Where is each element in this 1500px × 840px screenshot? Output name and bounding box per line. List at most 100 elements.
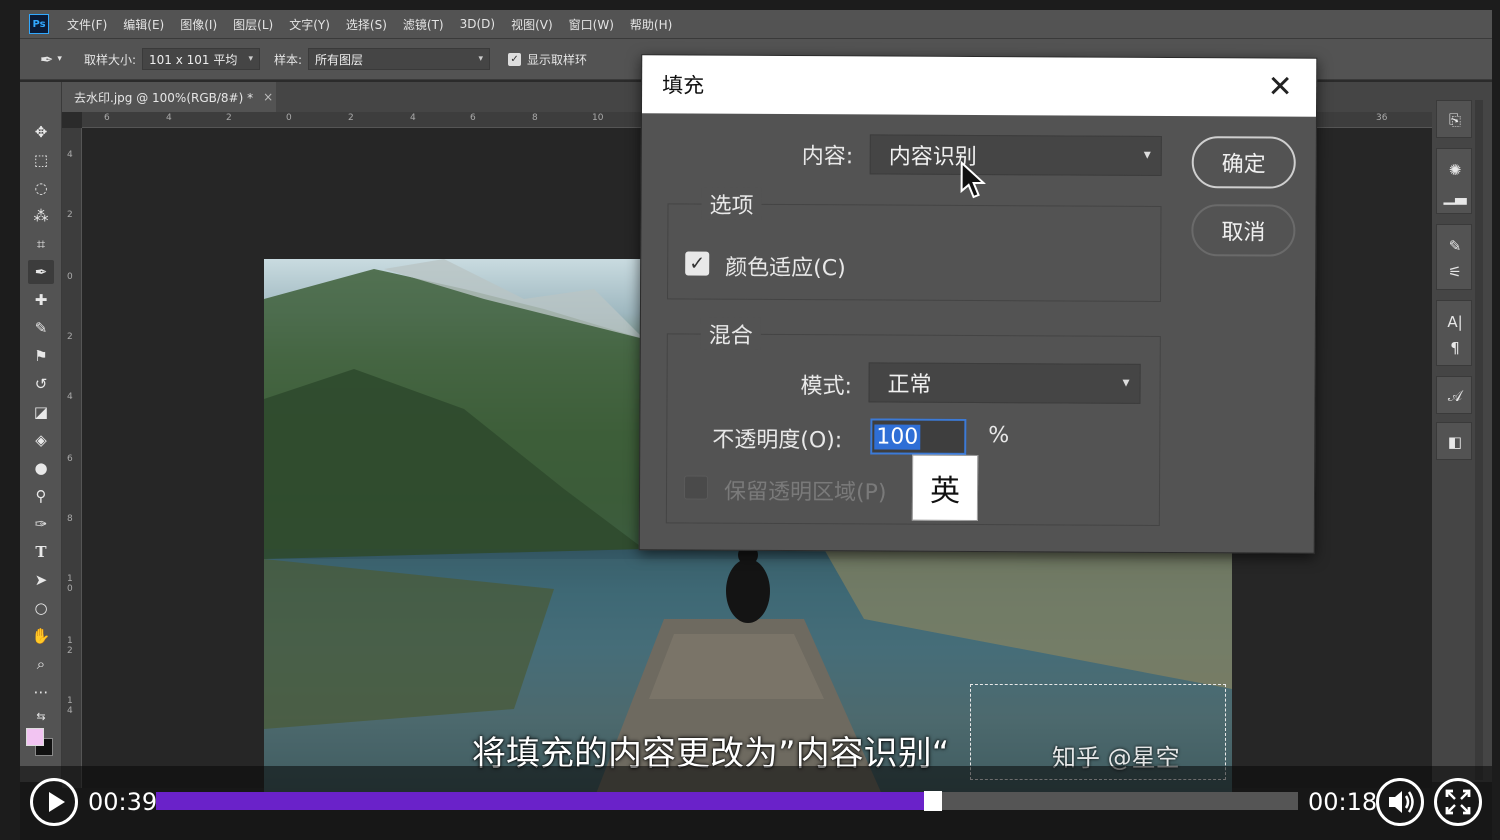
ruler-tick: 4 xyxy=(67,150,73,160)
ellipse-tool-icon[interactable]: ○ xyxy=(28,596,54,620)
ruler-tick: 10 xyxy=(592,113,604,123)
preserve-transparency-checkbox[interactable] xyxy=(683,475,709,500)
ruler-tick: 4 xyxy=(166,113,172,123)
ok-button[interactable]: 确定 xyxy=(1191,136,1296,189)
paragraph-panel-icon[interactable]: ¶ xyxy=(1437,335,1473,361)
character-panel-icon[interactable]: A| xyxy=(1437,309,1473,335)
history-brush-tool-icon[interactable]: ↺ xyxy=(28,372,54,396)
panel-group-brush: ✎ ⚟ xyxy=(1436,224,1472,290)
volume-button[interactable] xyxy=(1376,778,1424,826)
glyphs-panel-icon[interactable]: 𝒜 xyxy=(1437,383,1473,409)
menu-filter[interactable]: 滤镜(T) xyxy=(403,16,444,33)
sample-label: 样本: xyxy=(273,52,303,67)
photoshop-logo: Ps xyxy=(29,14,49,34)
ruler-tick: 1 0 xyxy=(67,574,73,594)
menu-layer[interactable]: 图层(L) xyxy=(233,16,273,33)
move-tool-icon[interactable]: ✥ xyxy=(28,120,54,144)
sample-size-select[interactable]: 101 x 101 平均 ▾ xyxy=(141,48,260,70)
tab-close-icon[interactable]: × xyxy=(263,90,273,104)
chevron-down-icon: ▾ xyxy=(1143,146,1151,163)
more-tools-icon[interactable]: ⋯ xyxy=(28,680,54,704)
blend-legend: 混合 xyxy=(700,317,761,350)
crop-tool-icon[interactable]: ⌗ xyxy=(28,232,54,256)
menu-3d[interactable]: 3D(D) xyxy=(460,17,495,31)
clone-stamp-tool-icon[interactable]: ⚑ xyxy=(28,344,54,368)
content-label: 内容: xyxy=(801,144,854,170)
path-selection-tool-icon[interactable]: ➤ xyxy=(28,568,54,592)
progress-bar[interactable] xyxy=(156,791,1298,811)
layers-panel-icon[interactable]: ◧ xyxy=(1437,429,1473,455)
menu-help[interactable]: 帮助(H) xyxy=(630,16,672,33)
dialog-title: 填充 xyxy=(662,73,705,98)
document-tab[interactable]: 去水印.jpg @ 100%(RGB/8#) * × xyxy=(62,82,276,112)
type-tool-icon[interactable]: T xyxy=(28,540,54,564)
preserve-transparency-label: 保留透明区域(P) xyxy=(723,479,887,506)
opacity-input[interactable]: 100 xyxy=(870,418,967,455)
menu-edit[interactable]: 编辑(E) xyxy=(123,16,164,33)
chevron-down-icon: ▾ xyxy=(478,54,484,64)
history-panel-icon[interactable]: ⎘ xyxy=(1437,107,1473,133)
adjustments-panel-icon[interactable]: ✺ xyxy=(1437,157,1473,183)
zoom-tool-icon[interactable]: ⌕ xyxy=(28,652,54,676)
paint-bucket-tool-icon[interactable]: ◈ xyxy=(28,428,54,452)
document-tab-title: 去水印.jpg @ 100%(RGB/8#) * xyxy=(74,90,254,105)
progress-fill xyxy=(156,792,933,810)
ime-indicator: 英 xyxy=(911,454,979,522)
brush-settings-panel-icon[interactable]: ✎ xyxy=(1437,233,1473,259)
panel-group-adjust: ✺ ▁▃ xyxy=(1436,148,1472,214)
swap-colors-icon[interactable]: ⇆ xyxy=(28,704,54,728)
collapsed-panel-strip xyxy=(1475,100,1483,780)
properties-panel-icon[interactable]: ⚟ xyxy=(1437,259,1473,285)
mode-label: 模式: xyxy=(800,374,853,400)
close-icon[interactable]: ✕ xyxy=(1262,68,1298,104)
chevron-down-icon: ▾ xyxy=(1122,374,1130,391)
right-panel-dock: ⎘ ✺ ▁▃ ✎ ⚟ A| ¶ 𝒜 ◧ xyxy=(1432,82,1492,782)
fill-dialog: 填充 ✕ 内容: 内容识别 ▾ 确定 取消 选项 ✓ 颜色适应(C) 混合 模式… xyxy=(638,54,1318,554)
chevron-down-icon: ▾ xyxy=(248,54,253,64)
cancel-button[interactable]: 取消 xyxy=(1191,204,1296,257)
ruler-tick: 2 xyxy=(348,113,354,123)
pen-tool-icon[interactable]: ✑ xyxy=(28,512,54,536)
progress-handle[interactable] xyxy=(923,791,942,811)
show-ring-checkbox[interactable]: ✓ xyxy=(508,52,522,66)
dodge-tool-icon[interactable]: ⚲ xyxy=(28,484,54,508)
eraser-tool-icon[interactable]: ◪ xyxy=(28,400,54,424)
ruler-tick: 2 xyxy=(226,113,232,123)
play-button[interactable] xyxy=(30,778,78,826)
ruler-tick: 0 xyxy=(67,272,73,282)
blur-tool-icon[interactable]: ● xyxy=(28,456,54,480)
menu-view[interactable]: 视图(V) xyxy=(511,16,553,33)
menu-image[interactable]: 图像(I) xyxy=(180,16,217,33)
mouse-cursor-icon xyxy=(960,160,986,199)
marquee-tool-icon[interactable]: ⬚ xyxy=(28,148,54,172)
ruler-tick: 2 xyxy=(67,210,73,220)
healing-brush-tool-icon[interactable]: ✚ xyxy=(28,288,54,312)
menu-select[interactable]: 选择(S) xyxy=(346,16,387,33)
color-adapt-checkbox[interactable]: ✓ xyxy=(685,251,710,276)
menu-type[interactable]: 文字(Y) xyxy=(289,16,330,33)
hand-tool-icon[interactable]: ✋ xyxy=(28,624,54,648)
eyedropper-preset-icon[interactable]: ✒ xyxy=(40,50,53,69)
menu-window[interactable]: 窗口(W) xyxy=(569,16,614,33)
fullscreen-button[interactable] xyxy=(1434,778,1482,826)
mode-select[interactable]: 正常 ▾ xyxy=(868,362,1141,404)
preset-chevron-icon[interactable]: ▾ xyxy=(57,54,62,64)
content-select[interactable]: 内容识别 ▾ xyxy=(869,134,1162,176)
menu-file[interactable]: 文件(F) xyxy=(67,16,107,33)
dialog-titlebar: 填充 ✕ xyxy=(641,55,1317,117)
ruler-tick: 6 xyxy=(104,113,110,123)
brush-tool-icon[interactable]: ✎ xyxy=(28,316,54,340)
sample-select[interactable]: 所有图层 ▾ xyxy=(308,48,491,70)
mode-select-value: 正常 xyxy=(887,372,932,398)
magic-wand-tool-icon[interactable]: ⁂ xyxy=(28,204,54,228)
lasso-tool-icon[interactable]: ◌ xyxy=(28,176,54,200)
volume-icon xyxy=(1389,791,1414,813)
foreground-color-swatch[interactable] xyxy=(26,728,44,746)
eyedropper-tool-icon[interactable]: ✒ xyxy=(28,260,54,284)
histogram-panel-icon[interactable]: ▁▃ xyxy=(1437,183,1473,209)
ruler-tick: 1 2 xyxy=(67,636,73,656)
vertical-ruler: 4 2 0 2 4 6 8 1 0 1 2 1 4 xyxy=(62,128,82,788)
panel-group-layers: ◧ xyxy=(1436,422,1472,460)
ruler-tick: 6 xyxy=(67,454,73,464)
opacity-input-value: 100 xyxy=(874,423,921,450)
